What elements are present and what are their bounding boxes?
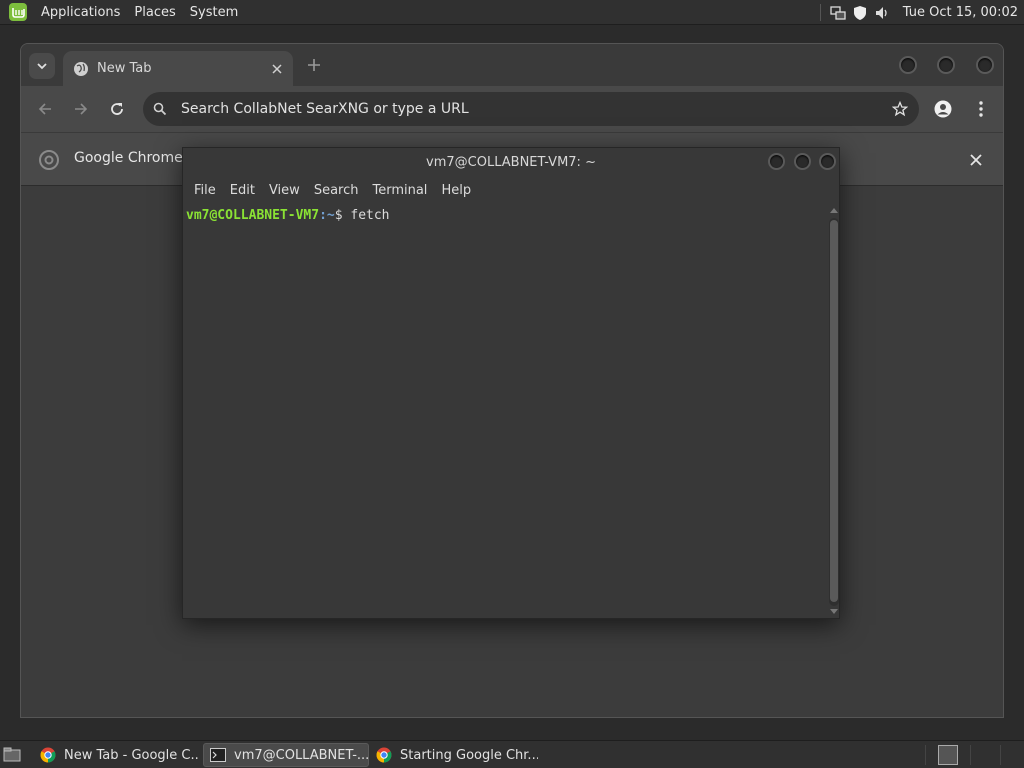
prompt-user: vm7@COLLABNET-VM7	[186, 208, 320, 223]
volume-icon[interactable]	[874, 5, 890, 21]
menu-help[interactable]: Help	[434, 183, 478, 198]
bottom-panel: New Tab - Google C... vm7@COLLABNET-... …	[0, 740, 1024, 768]
arrow-left-icon	[38, 103, 51, 115]
minimize-button[interactable]	[899, 56, 917, 74]
mint-menu-icon[interactable]	[8, 2, 28, 22]
chrome-icon	[376, 747, 392, 763]
menu-search[interactable]: Search	[307, 183, 366, 198]
chrome-logo-icon	[39, 150, 59, 170]
show-desktop-button[interactable]	[2, 746, 22, 764]
menu-file[interactable]: File	[187, 183, 223, 198]
task-label: New Tab - Google C...	[64, 747, 198, 763]
new-tab-button[interactable]	[305, 56, 323, 74]
reload-icon	[111, 103, 123, 115]
terminal-title: vm7@COLLABNET-VM7: ~	[426, 155, 596, 170]
chrome-tab-strip: New Tab	[21, 44, 1003, 86]
forward-button[interactable]	[71, 99, 91, 119]
terminal-scrollbar[interactable]	[828, 208, 840, 616]
terminal-minimize-button[interactable]	[768, 153, 785, 170]
omnibox-placeholder: Search CollabNet SearXNG or type a URL	[181, 101, 469, 117]
applications-menu[interactable]: Applications	[34, 0, 127, 25]
system-menu[interactable]: System	[183, 0, 245, 25]
star-icon	[892, 101, 908, 117]
terminal-window: vm7@COLLABNET-VM7: ~ File Edit View Sear…	[182, 147, 840, 619]
terminal-maximize-button[interactable]	[794, 153, 811, 170]
menu-edit[interactable]: Edit	[223, 183, 262, 198]
clock[interactable]: Tue Oct 15, 00:02	[893, 5, 1024, 20]
system-tray: Tue Oct 15, 00:02	[816, 0, 1024, 25]
tab-new-tab[interactable]: New Tab	[63, 51, 293, 86]
close-window-button[interactable]	[976, 56, 994, 74]
profile-button[interactable]	[933, 99, 953, 119]
shield-icon[interactable]	[852, 5, 868, 21]
panel-separator	[970, 745, 971, 765]
desktop-icon	[3, 747, 21, 762]
terminal-icon	[210, 748, 226, 762]
task-terminal[interactable]: vm7@COLLABNET-...	[203, 743, 369, 767]
network-icon[interactable]	[830, 5, 846, 21]
terminal-prompt-line: vm7@COLLABNET-VM7:~$ fetch	[186, 208, 390, 223]
chrome-menu-button[interactable]	[971, 99, 991, 119]
close-tab-button[interactable]	[269, 61, 285, 77]
arrow-right-icon	[75, 103, 88, 115]
workspace-switcher[interactable]	[938, 745, 958, 765]
kebab-menu-icon	[979, 101, 983, 117]
task-label: vm7@COLLABNET-...	[234, 747, 369, 763]
prompt-symbol: $	[334, 208, 351, 223]
chrome-toolbar: Search CollabNet SearXNG or type a URL	[21, 86, 1003, 132]
prompt-path: :~	[319, 208, 335, 223]
panel-separator	[1000, 745, 1001, 765]
chevron-down-icon	[37, 63, 47, 70]
menu-terminal[interactable]: Terminal	[365, 183, 434, 198]
top-panel: Applications Places System Tue Oct 15, 0…	[0, 0, 1024, 25]
scroll-thumb[interactable]	[830, 220, 838, 602]
reload-button[interactable]	[107, 99, 127, 119]
chrome-icon	[40, 747, 56, 763]
task-starting-chrome[interactable]: Starting Google Chr...	[370, 743, 538, 767]
scroll-down-icon[interactable]	[830, 609, 838, 614]
terminal-command: fetch	[350, 208, 390, 223]
tray-separator	[819, 4, 821, 21]
globe-icon	[74, 61, 88, 76]
infobar-close-button[interactable]	[967, 151, 985, 169]
task-label: Starting Google Chr...	[400, 747, 538, 763]
panel-separator	[925, 745, 926, 765]
omnibox[interactable]: Search CollabNet SearXNG or type a URL	[143, 92, 919, 126]
terminal-close-button[interactable]	[819, 153, 836, 170]
tab-search-button[interactable]	[29, 53, 55, 79]
scroll-up-icon[interactable]	[830, 208, 838, 213]
close-icon	[272, 63, 282, 74]
terminal-body[interactable]: vm7@COLLABNET-VM7:~$ fetch	[183, 204, 839, 618]
task-new-tab-chrome[interactable]: New Tab - Google C...	[34, 743, 198, 767]
back-button[interactable]	[35, 99, 55, 119]
terminal-titlebar[interactable]: vm7@COLLABNET-VM7: ~	[183, 148, 839, 176]
tab-title: New Tab	[97, 61, 152, 76]
menu-view[interactable]: View	[262, 183, 307, 198]
close-icon	[970, 154, 982, 166]
places-menu[interactable]: Places	[127, 0, 182, 25]
plus-icon	[308, 59, 320, 71]
person-icon	[934, 100, 952, 118]
bookmark-button[interactable]	[891, 100, 909, 118]
infobar-message: Google Chrome is	[74, 150, 199, 166]
terminal-menubar: File Edit View Search Terminal Help	[183, 176, 839, 204]
search-icon	[153, 102, 167, 116]
maximize-button[interactable]	[937, 56, 955, 74]
